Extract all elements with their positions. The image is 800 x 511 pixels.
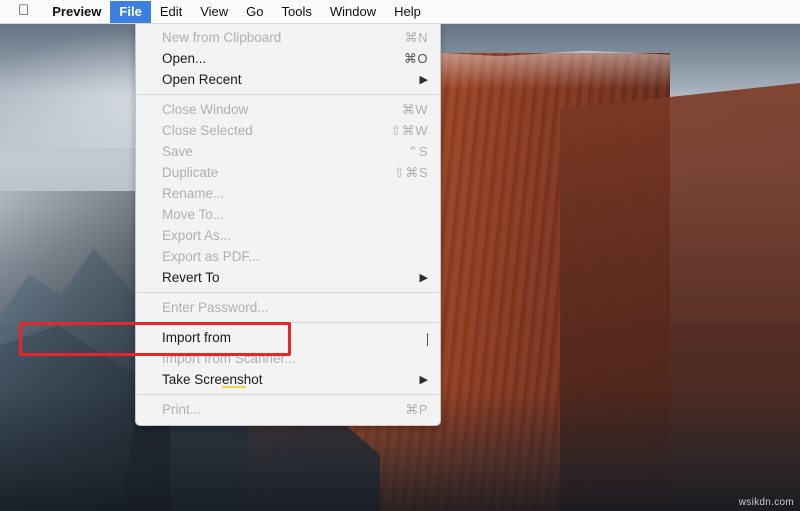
menu-item-rename[interactable]: Rename... — [136, 183, 440, 204]
menu-separator — [137, 94, 439, 95]
apple-icon[interactable]:  — [18, 3, 29, 18]
menu-item-label: Import from Scanner... — [162, 351, 296, 366]
menu-item-label: Open... — [162, 51, 207, 66]
menu-item-import-from-scanner[interactable]: Import from Scanner... — [136, 348, 440, 369]
menu-item-label: Move To... — [162, 207, 225, 222]
menu-item-import-from[interactable]: Import from — [136, 327, 440, 348]
menu-separator — [137, 394, 439, 395]
menubar-item-edit[interactable]: Edit — [151, 1, 191, 23]
submenu-arrow-icon: ▶ — [419, 74, 428, 86]
menu-item-shortcut: ⇧⌘S — [393, 164, 428, 180]
menu-item-shortcut: ⇧⌘W — [390, 122, 428, 138]
menu-item-new-from-clipboard[interactable]: New from Clipboard ⌘N — [136, 27, 440, 48]
menu-item-label: Close Selected — [162, 123, 253, 138]
text-caret-icon — [427, 333, 428, 346]
menu-item-label: Export As... — [162, 228, 232, 243]
menu-item-label: Print... — [162, 402, 202, 417]
menu-item-close-window[interactable]: Close Window ⌘W — [136, 99, 440, 120]
menu-item-label: Open Recent — [162, 72, 242, 87]
menu-bar:  Preview File Edit View Go Tools Window… — [0, 0, 800, 24]
menu-item-label: New from Clipboard — [162, 30, 282, 45]
menu-separator — [137, 292, 439, 293]
menu-item-shortcut: ⌃S — [407, 143, 428, 159]
submenu-arrow-icon: ▶ — [419, 374, 428, 386]
menu-item-export-as[interactable]: Export As... — [136, 225, 440, 246]
menu-item-label: Duplicate — [162, 165, 219, 180]
menu-item-close-selected[interactable]: Close Selected ⇧⌘W — [136, 120, 440, 141]
menu-item-print[interactable]: Print... ⌘P — [136, 399, 440, 420]
menu-item-label: Revert To — [162, 270, 220, 285]
menu-separator — [137, 322, 439, 323]
menu-item-duplicate[interactable]: Duplicate ⇧⌘S — [136, 162, 440, 183]
menu-item-label: Import from — [162, 330, 232, 345]
menu-item-label: Close Window — [162, 102, 249, 117]
menu-item-revert-to[interactable]: Revert To ▶ — [136, 267, 440, 288]
menubar-item-help[interactable]: Help — [385, 1, 430, 23]
menubar-item-window[interactable]: Window — [321, 1, 385, 23]
menu-item-shortcut: ⌘N — [404, 29, 428, 45]
menu-item-label: Enter Password... — [162, 300, 269, 315]
take-screenshot-underline — [222, 386, 246, 388]
menu-item-label: Rename... — [162, 186, 225, 201]
menu-item-move-to[interactable]: Move To... — [136, 204, 440, 225]
menubar-item-go[interactable]: Go — [237, 1, 272, 23]
menubar-item-tools[interactable]: Tools — [273, 1, 321, 23]
menu-item-enter-password[interactable]: Enter Password... — [136, 297, 440, 318]
screen:  Preview File Edit View Go Tools Window… — [0, 0, 800, 511]
menu-item-open[interactable]: Open... ⌘O — [136, 48, 440, 69]
menu-item-shortcut: ⌘O — [403, 50, 428, 66]
menu-item-label: Take Screenshot — [162, 372, 263, 387]
menu-item-label: Export as PDF... — [162, 249, 260, 264]
menu-item-shortcut: ⌘W — [401, 101, 428, 117]
menu-item-shortcut: ⌘P — [405, 401, 428, 417]
menu-item-save[interactable]: Save ⌃S — [136, 141, 440, 162]
menubar-item-preview[interactable]: Preview — [43, 1, 110, 23]
file-dropdown-menu: New from Clipboard ⌘N Open... ⌘O Open Re… — [135, 23, 441, 426]
menu-item-label: Save — [162, 144, 193, 159]
menubar-item-file[interactable]: File — [110, 0, 151, 23]
menu-item-take-screenshot[interactable]: Take Screenshot ▶ — [136, 369, 440, 390]
submenu-arrow-icon: ▶ — [419, 272, 428, 284]
menubar-item-view[interactable]: View — [191, 1, 237, 23]
menu-item-export-as-pdf[interactable]: Export as PDF... — [136, 246, 440, 267]
menu-item-open-recent[interactable]: Open Recent ▶ — [136, 69, 440, 90]
watermark: wsikdn.com — [738, 497, 794, 508]
